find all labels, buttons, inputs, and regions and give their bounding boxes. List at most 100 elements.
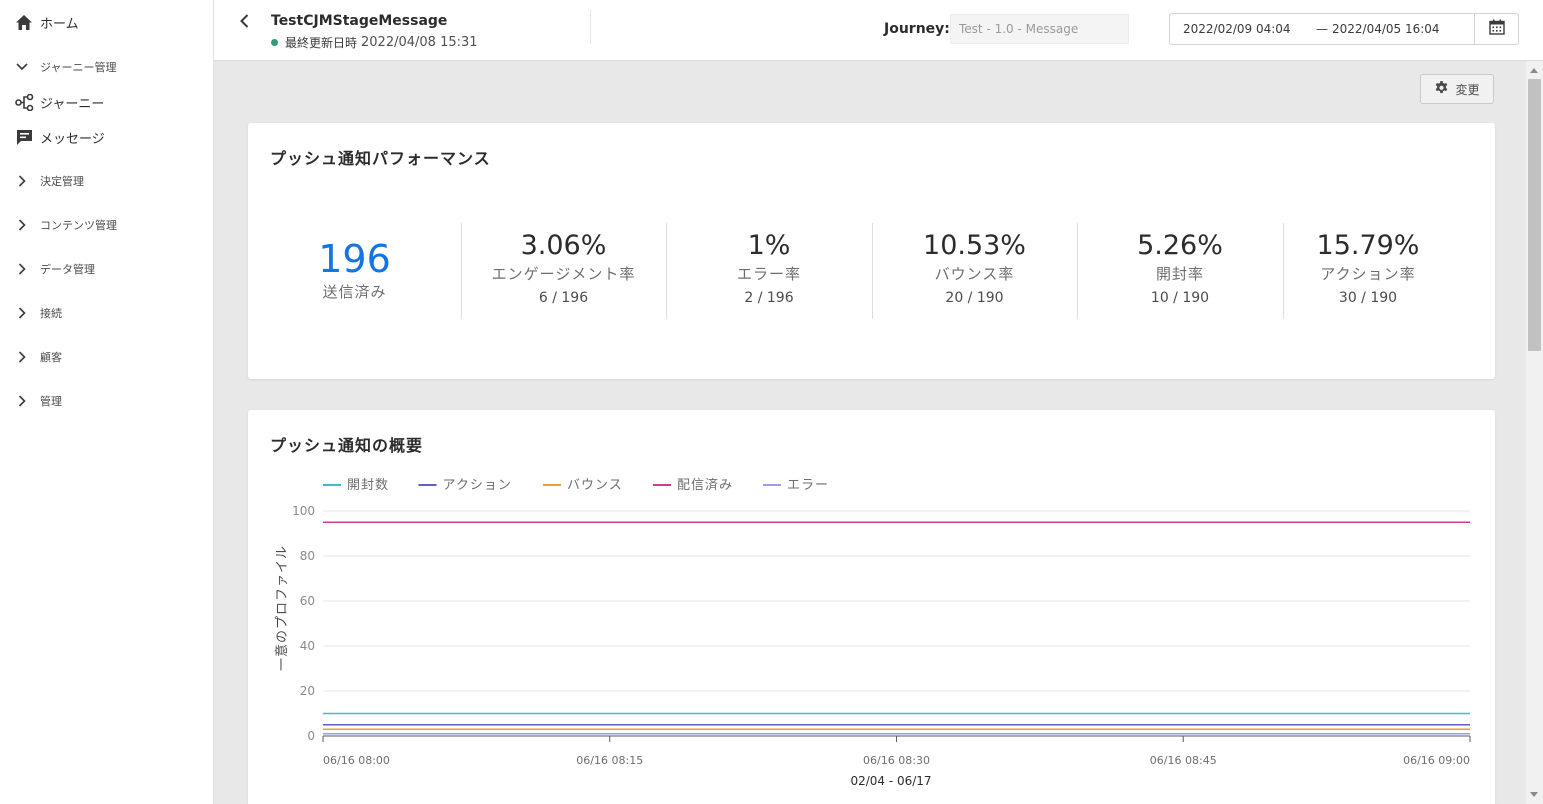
date-separator: — [1316,22,1328,36]
metric-value: 5.26% [1137,230,1223,261]
x-tick-label: 06/16 08:45 [1150,754,1217,767]
date-end[interactable]: 2022/04/05 16:04 [1332,22,1440,36]
sidebar-item-connections[interactable]: 接続 [14,303,62,323]
metric-fraction: 20 / 190 [945,290,1004,306]
scrollbar[interactable] [1526,61,1543,804]
chevron-down-icon [14,57,30,77]
metric-label: 送信済み [322,283,387,301]
metric-fraction: 10 / 190 [1150,290,1210,306]
sidebar-item-decision-management[interactable]: 決定管理 [14,171,84,191]
header-divider [590,10,591,44]
metric-fraction: 2 / 196 [744,290,794,306]
chart-y-ticks: 0 20 40 60 80 100 [292,504,315,743]
page-header: TestCJMStageMessage 最終更新日時 2022/04/08 15… [214,0,1543,61]
legend-item: バウンス [543,478,623,493]
chart-series [323,521,1470,735]
sidebar-item-data-management[interactable]: データ管理 [14,259,95,279]
journey-label: Journey: [884,21,950,37]
message-icon [14,127,34,147]
metric-label: 開封率 [1155,265,1204,283]
metric-engagement-rate: 3.06% エンゲージメント率 6 / 196 [461,230,666,306]
date-start[interactable]: 2022/02/09 04:04 [1183,22,1316,36]
sidebar-item-label: ジャーニー管理 [40,61,117,74]
sidebar-item-label: 接続 [40,307,62,320]
sidebar-item-administration[interactable]: 管理 [14,391,62,411]
last-updated-time: 2022/04/08 15:31 [361,35,478,50]
sidebar-item-home[interactable]: ホーム [14,12,79,32]
x-tick-label: 06/16 09:00 [1403,754,1470,767]
sidebar: ホーム ジャーニー管理 ジャーニー メッセージ 決定管理 コンテンツ管理 データ… [0,0,214,804]
chevron-right-icon [14,303,30,323]
legend-item: アクション [418,478,512,493]
calendar-button[interactable] [1474,14,1518,44]
legend-label: 開封数 [347,478,389,493]
scroll-down-icon[interactable] [1530,792,1538,797]
change-button[interactable]: 変更 [1420,74,1494,104]
chevron-right-icon [14,391,30,411]
legend-item: 開封数 [323,478,389,493]
last-updated: 最終更新日時 2022/04/08 15:31 [271,34,478,51]
y-tick-label: 80 [300,549,315,563]
sidebar-item-label: 顧客 [40,351,62,364]
metric-action-rate: 15.79% アクション率 30 / 190 [1283,230,1453,306]
chart-x-ticks: 06/16 08:00 06/16 08:15 06/16 08:30 06/16 0… [322,736,1471,767]
metric-value: 196 [318,237,391,281]
last-updated-label: 最終更新日時 [285,36,358,50]
chevron-left-icon [239,13,249,32]
scroll-thumb[interactable] [1528,79,1541,351]
metric-label: バウンス率 [934,265,1015,283]
sidebar-item-label: 管理 [40,395,62,408]
y-tick-label: 40 [300,639,315,653]
x-axis-label: 02/04 - 06/17 [850,774,931,788]
status-dot-icon [271,39,278,46]
push-overview-card: プッシュ通知の概要 開封数 アクション バウンス 配信済み エラー 0 20 40 60 80 1… [248,410,1495,804]
sidebar-item-label: ホーム [40,16,79,32]
push-performance-card: プッシュ通知パフォーマンス 196 送信済み 3.06% エンゲージメント率 6… [248,123,1495,379]
legend-item: 配信済み [653,477,732,493]
y-tick-label: 60 [300,594,315,608]
change-button-label: 変更 [1455,82,1480,97]
scroll-up-icon[interactable] [1530,68,1538,73]
y-tick-label: 100 [292,504,315,518]
legend-label: エラー [787,478,829,493]
chevron-right-icon [14,259,30,279]
metric-sent: 196 送信済み [248,237,461,302]
chart-grid [323,510,1470,737]
sidebar-item-label: 決定管理 [40,175,84,188]
chevron-right-icon [14,171,30,191]
x-tick-label: 06/16 08:30 [863,754,930,767]
metric-value: 1% [747,230,791,261]
metric-label: アクション率 [1320,265,1416,283]
metric-value: 3.06% [520,230,607,261]
journey-field[interactable]: Test - 1.0 - Message [950,14,1129,44]
chevron-right-icon [14,347,30,367]
home-icon [14,12,34,32]
metric-fraction: 6 / 196 [538,290,589,306]
metric-error-rate: 1% エラー率 2 / 196 [666,230,872,306]
sidebar-item-label: メッセージ [40,131,105,147]
sidebar-item-messages[interactable]: メッセージ [14,127,105,147]
sidebar-item-journey-management[interactable]: ジャーニー管理 [14,57,116,77]
metric-bounce-rate: 10.53% バウンス率 20 / 190 [872,230,1077,306]
sidebar-item-content-management[interactable]: コンテンツ管理 [14,215,117,235]
legend-item: エラー [763,478,829,493]
sidebar-item-label: データ管理 [40,263,95,276]
chart-legend: 開封数 アクション バウンス 配信済み エラー [323,477,829,493]
sidebar-item-customers[interactable]: 顧客 [14,347,62,367]
chevron-right-icon [14,215,30,235]
legend-label: バウンス [567,478,623,493]
journey-icon [14,92,34,112]
legend-label: アクション [443,478,512,493]
back-button[interactable] [234,11,254,33]
metric-label: エラー率 [736,265,801,283]
metric-label: エンゲージメント率 [491,265,636,283]
y-tick-label: 0 [307,729,315,743]
metric-fraction: 30 / 190 [1338,290,1398,306]
card-title: プッシュ通知パフォーマンス [270,149,491,168]
y-axis-label: 一意のプロファイル [274,545,290,671]
sidebar-item-label: コンテンツ管理 [40,219,117,232]
date-range-picker[interactable]: 2022/02/09 04:04 — 2022/04/05 16:04 [1169,13,1519,45]
sidebar-item-journeys[interactable]: ジャーニー [14,92,104,112]
calendar-icon [1488,19,1505,39]
metric-open-rate: 5.26% 開封率 10 / 190 [1077,230,1283,306]
